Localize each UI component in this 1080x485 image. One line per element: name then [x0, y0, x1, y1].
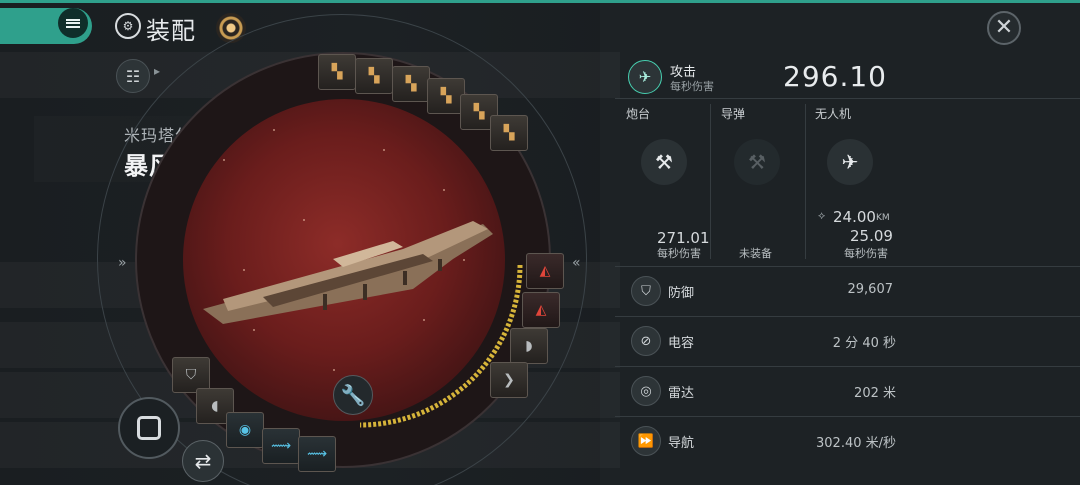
high-slot-module[interactable]: ▚ [318, 54, 356, 90]
stat-row-radar[interactable]: ◎ 雷达 202 米 [600, 366, 1080, 416]
expand-left-chevron[interactable]: » [118, 255, 127, 271]
turret-module-icon: ▚ [405, 76, 417, 92]
high-slot-module[interactable]: ▚ [490, 115, 528, 151]
missile-title: 导弹 [721, 107, 746, 121]
armor-module-icon: ⛉ [185, 367, 197, 383]
attack-dps-value: 296.10 [783, 60, 887, 93]
stat-row-defense[interactable]: ⛉ 防御 29,607 [600, 266, 1080, 316]
drone-dps-label: 每秒伤害 [844, 247, 888, 260]
turret-module-icon: ▚ [331, 64, 343, 80]
drone-title: 无人机 [815, 107, 852, 121]
mid-slot-module[interactable]: ❯ [490, 362, 528, 398]
wrench-icon: 🔧 [340, 383, 366, 407]
attack-icon: ✈ [628, 60, 662, 94]
mid-slot-module[interactable]: ◗ [510, 328, 548, 364]
turret-module-icon: ▚ [473, 104, 485, 120]
cube-icon [137, 416, 161, 440]
capacitor-icon: ⊘ [631, 326, 661, 356]
navigation-icon: ⏩ [631, 426, 661, 456]
stat-value: 2 分 40 秒 [832, 336, 896, 351]
drone-range-unit: KM [876, 213, 890, 223]
stat-value: 202 米 [854, 386, 896, 401]
stat-label: 电容 [668, 336, 695, 351]
stat-row-capacitor[interactable]: ⊘ 电容 2 分 40 秒 [600, 316, 1080, 366]
attack-sub-label: 每秒伤害 [670, 80, 714, 93]
page-title: 装配 [146, 17, 196, 45]
drone-dps: 25.09 [850, 227, 893, 245]
capacitor-gauge [359, 264, 523, 428]
mid-slot-module[interactable]: ◭ [522, 292, 560, 328]
stat-value: 29,607 [847, 282, 894, 297]
rig-module-icon: ⟿ [270, 438, 292, 454]
mid-slot-module[interactable]: ◭ [526, 253, 564, 289]
preset-expand-arrow[interactable]: ▸ [154, 64, 160, 78]
range-icon: ⟡ [818, 209, 826, 222]
close-button[interactable]: ✕ [987, 11, 1021, 45]
turret-dps-label: 每秒伤害 [657, 247, 701, 260]
radar-icon: ◎ [631, 376, 661, 406]
expand-right-chevron[interactable]: « [572, 255, 581, 271]
shield-module-icon: ◉ [238, 422, 252, 438]
swap-icon: ⇄ [194, 449, 212, 473]
swap-button[interactable]: ⇄ [182, 440, 224, 482]
stat-label: 防御 [668, 286, 695, 301]
missile-status: 未装备 [739, 247, 772, 260]
high-slot-module[interactable]: ▚ [392, 66, 430, 102]
drone-icon: ✈ [827, 139, 873, 185]
module-icon: ◗ [525, 338, 533, 354]
high-slot-module[interactable]: ▚ [355, 58, 393, 94]
stat-label: 雷达 [668, 386, 695, 401]
divider [710, 104, 711, 259]
drone-module-icon: ◭ [539, 263, 551, 279]
module-storage-button[interactable] [118, 397, 180, 459]
shield-icon: ⛉ [631, 276, 661, 306]
armor-module-icon: ◖ [211, 398, 219, 414]
stat-value: 302.40 米/秒 [816, 436, 896, 451]
menu-icon[interactable] [58, 8, 88, 38]
turret-title: 炮台 [626, 107, 651, 121]
turret-icon: ⚒ [641, 139, 687, 185]
drone-module-icon: ◭ [535, 302, 547, 318]
turret-module-icon: ▚ [503, 125, 515, 141]
module-icon: ❯ [503, 372, 515, 388]
turret-module-icon: ▚ [440, 88, 452, 104]
low-slot-module[interactable]: ⟿ [262, 428, 300, 464]
divider [805, 104, 806, 259]
divider [615, 98, 1080, 99]
turret-module-icon: ▚ [368, 68, 380, 84]
low-slot-module[interactable]: ◉ [226, 412, 264, 448]
low-slot-module[interactable]: ⟿ [298, 436, 336, 472]
close-icon: ✕ [994, 15, 1014, 40]
preset-list-icon[interactable]: ☷ [116, 59, 150, 93]
wrench-button[interactable]: 🔧 [333, 375, 373, 415]
rig-module-icon: ⟿ [306, 446, 328, 462]
drone-range: 24.00 [833, 208, 876, 226]
missile-icon: ⚒ [734, 139, 780, 185]
fitting-icon: ⚙ [115, 13, 141, 39]
stat-label: 导航 [668, 436, 695, 451]
stat-row-navigation[interactable]: ⏩ 导航 302.40 米/秒 [600, 416, 1080, 466]
